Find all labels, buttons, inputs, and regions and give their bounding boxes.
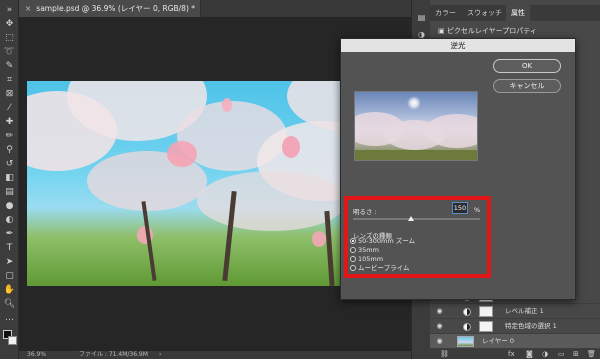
brush-tool-icon[interactable]: ✏	[3, 130, 16, 143]
type-tool-icon[interactable]: T	[3, 242, 16, 255]
pixel-layer-properties: ▣ ピクセルレイヤープロパティ	[438, 26, 537, 36]
gradient-tool-icon[interactable]: ▤	[3, 186, 16, 199]
link-layers-icon[interactable]: ⛓	[440, 349, 449, 359]
quick-select-tool-icon[interactable]: ✎	[3, 60, 16, 73]
layer-effects-icon[interactable]: fx	[508, 349, 515, 359]
zoom-readout: 36.9%	[27, 351, 47, 358]
dodge-tool-icon[interactable]: ◐	[3, 214, 16, 227]
new-adjustment-icon[interactable]: ◑	[542, 349, 548, 359]
healing-brush-tool-icon[interactable]: ✚	[3, 116, 16, 129]
background-color-swatch[interactable]	[8, 336, 17, 345]
zoom-tool-icon[interactable]: 🔍︎	[3, 298, 16, 311]
history-panel-icon[interactable]: ▤	[416, 12, 427, 23]
clone-stamp-tool-icon[interactable]: ⚲	[3, 144, 16, 157]
tab-strip	[201, 0, 411, 17]
tab-swatches[interactable]: スウォッチ	[462, 5, 507, 21]
move-tool-icon[interactable]: ✥	[3, 18, 16, 31]
layer-thumbnail	[457, 336, 474, 347]
eyedropper-tool-icon[interactable]: ⁄	[3, 102, 16, 115]
collapse-arrows-icon[interactable]: »	[3, 4, 16, 17]
frame-tool-icon[interactable]: ⊠	[3, 88, 16, 101]
flare-center-marker[interactable]	[407, 96, 421, 110]
path-select-tool-icon[interactable]: ➤	[3, 256, 16, 269]
layer-mask-thumbnail[interactable]	[479, 321, 493, 332]
file-size-readout: ファイル : 71.4M/36.9M	[79, 351, 148, 358]
marquee-tool-icon[interactable]: ⬚	[3, 32, 16, 45]
red-highlight-frame	[344, 196, 491, 278]
visibility-eye-icon[interactable]: ◉	[435, 307, 444, 316]
layer-name[interactable]: レベル補正 1	[505, 304, 544, 319]
layer-row-active[interactable]: ◉ レイヤー 0	[430, 334, 600, 349]
blur-tool-icon[interactable]: ●	[3, 200, 16, 213]
tab-color[interactable]: カラー	[430, 5, 461, 21]
delete-layer-icon[interactable]: 🗑︎	[587, 349, 596, 359]
cancel-button[interactable]: キャンセル	[493, 79, 561, 93]
new-group-icon[interactable]: ▭	[558, 349, 565, 359]
panel-tabs: カラー スウォッチ 属性	[430, 5, 600, 21]
layer-row[interactable]: ◉ レベル補正 1	[430, 304, 600, 319]
properties-title: ピクセルレイヤープロパティ	[446, 27, 537, 35]
layers-panel-footer: ⛓ fx ◙ ◑ ▭ ⊞ 🗑︎	[430, 349, 600, 359]
pen-tool-icon[interactable]: ✒	[3, 228, 16, 241]
document-tab-title: sample.psd @ 36.9% (レイヤー 0, RGB/8) *	[36, 4, 196, 13]
flare-preview[interactable]	[354, 91, 478, 161]
hand-tool-icon[interactable]: ✋	[3, 284, 16, 297]
visibility-eye-icon[interactable]: ◉	[435, 337, 444, 346]
layer-name[interactable]: レイヤー 0	[482, 334, 514, 349]
status-menu-chevron-icon[interactable]: ›	[159, 351, 161, 359]
tab-properties[interactable]: 属性	[506, 5, 530, 21]
cherry-blossom-image	[27, 81, 392, 286]
pixel-layer-icon: ▣	[438, 27, 447, 35]
add-mask-icon[interactable]: ◙	[526, 349, 533, 359]
ok-button[interactable]: OK	[493, 59, 561, 73]
layer-row[interactable]: ◉ 特定色域の選択 1	[430, 319, 600, 334]
eraser-tool-icon[interactable]: ◧	[3, 172, 16, 185]
adjustment-layer-icon	[463, 308, 471, 316]
visibility-eye-icon[interactable]: ◉	[435, 322, 444, 331]
document-tab[interactable]: × sample.psd @ 36.9% (レイヤー 0, RGB/8) *	[19, 0, 201, 17]
layer-name[interactable]: 特定色域の選択 1	[505, 319, 557, 334]
close-document-icon[interactable]: ×	[25, 4, 31, 13]
tools-toolbar: » ✥ ⬚ ➰ ✎ ⌗ ⊠ ⁄ ✚ ✏ ⚲ ↺ ◧ ▤ ● ◐ ✒ T ➤ ▢ …	[0, 0, 19, 359]
crop-tool-icon[interactable]: ⌗	[3, 74, 16, 87]
lasso-tool-icon[interactable]: ➰	[3, 46, 16, 59]
status-bar: 36.9% ファイル : 71.4M/36.9M ›	[19, 351, 411, 359]
history-brush-tool-icon[interactable]: ↺	[3, 158, 16, 171]
more-tools-icon[interactable]: …	[3, 312, 16, 325]
adjustment-layer-icon	[463, 323, 471, 331]
dialog-title: 逆光	[341, 39, 575, 52]
new-layer-icon[interactable]: ⊞	[573, 349, 579, 359]
layer-mask-thumbnail[interactable]	[479, 306, 493, 317]
shape-tool-icon[interactable]: ▢	[3, 270, 16, 283]
